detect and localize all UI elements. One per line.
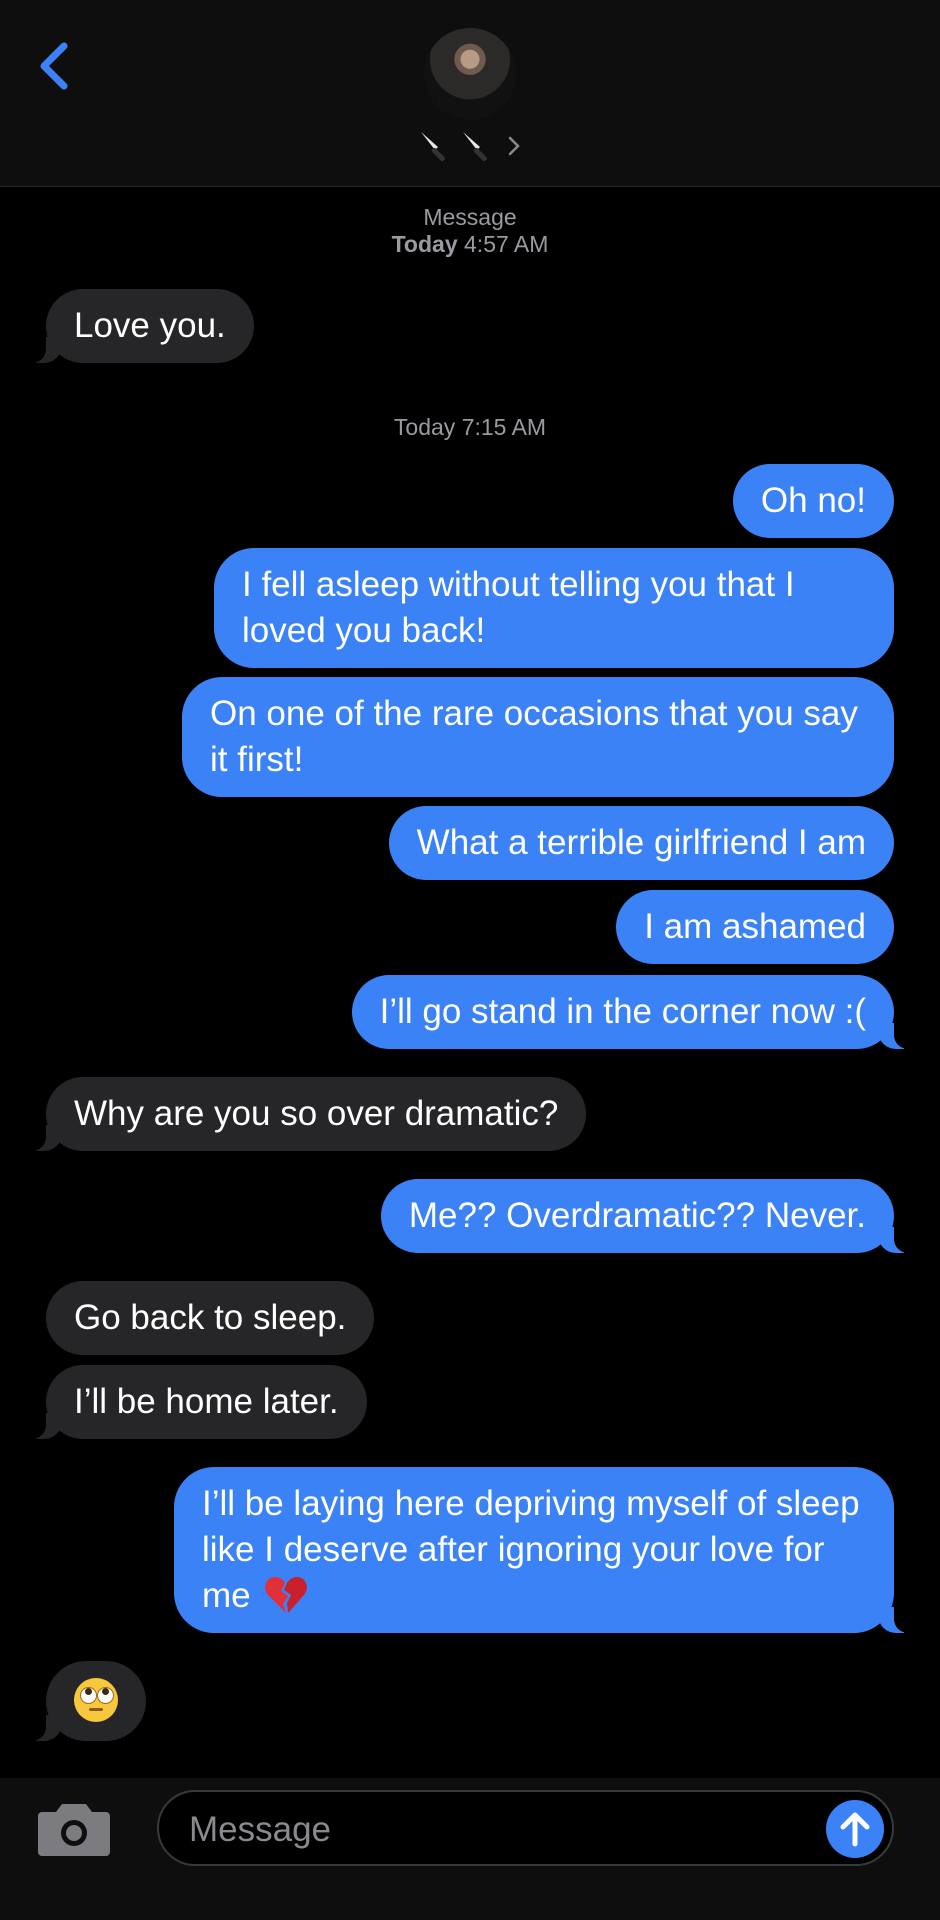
arrow-up-icon xyxy=(840,1812,870,1847)
incoming-message[interactable]: I’ll be home later. xyxy=(20,1365,367,1439)
outgoing-message[interactable]: I fell asleep without telling you that I… xyxy=(214,548,894,668)
incoming-message[interactable]: Go back to sleep. xyxy=(46,1281,375,1355)
back-chevron-icon[interactable] xyxy=(30,36,80,96)
knife-icon xyxy=(421,132,445,162)
chevron-right-icon xyxy=(508,136,520,156)
outgoing-message[interactable]: I’ll be laying here depriving myself of … xyxy=(174,1467,920,1633)
outgoing-message[interactable]: I am ashamed xyxy=(616,890,894,964)
contact-avatar[interactable] xyxy=(424,28,516,120)
knife-icon xyxy=(463,132,487,162)
eye-roll-face-icon xyxy=(74,1677,118,1722)
send-button[interactable] xyxy=(826,1800,884,1858)
message-input-box[interactable] xyxy=(157,1790,894,1866)
camera-icon[interactable] xyxy=(36,1798,112,1858)
timestamp-text: Today 4:57 AM xyxy=(391,231,549,257)
timestamp: Today 7:15 AM xyxy=(393,414,547,440)
broken-heart-icon xyxy=(265,1577,308,1613)
outgoing-message[interactable]: Oh no! xyxy=(732,464,894,538)
service-label: Message xyxy=(423,204,517,230)
contact-name[interactable] xyxy=(418,128,524,164)
outgoing-message[interactable]: On one of the rare occasions that you sa… xyxy=(182,677,894,797)
message-composer xyxy=(0,1778,940,1920)
message-input[interactable] xyxy=(187,1806,751,1854)
outgoing-message[interactable]: I’ll go stand in the corner now :( xyxy=(351,975,921,1049)
timestamp-service: Message Today 4:57 AM xyxy=(0,204,940,258)
incoming-message[interactable]: Love you. xyxy=(20,289,254,363)
incoming-message[interactable]: Why are you so over dramatic? xyxy=(19,1077,587,1151)
outgoing-message[interactable]: What a terrible girlfriend I am xyxy=(388,806,894,880)
incoming-message[interactable] xyxy=(20,1661,146,1741)
outgoing-message[interactable]: Me?? Overdramatic?? Never. xyxy=(380,1179,921,1253)
conversation-header xyxy=(0,0,940,187)
